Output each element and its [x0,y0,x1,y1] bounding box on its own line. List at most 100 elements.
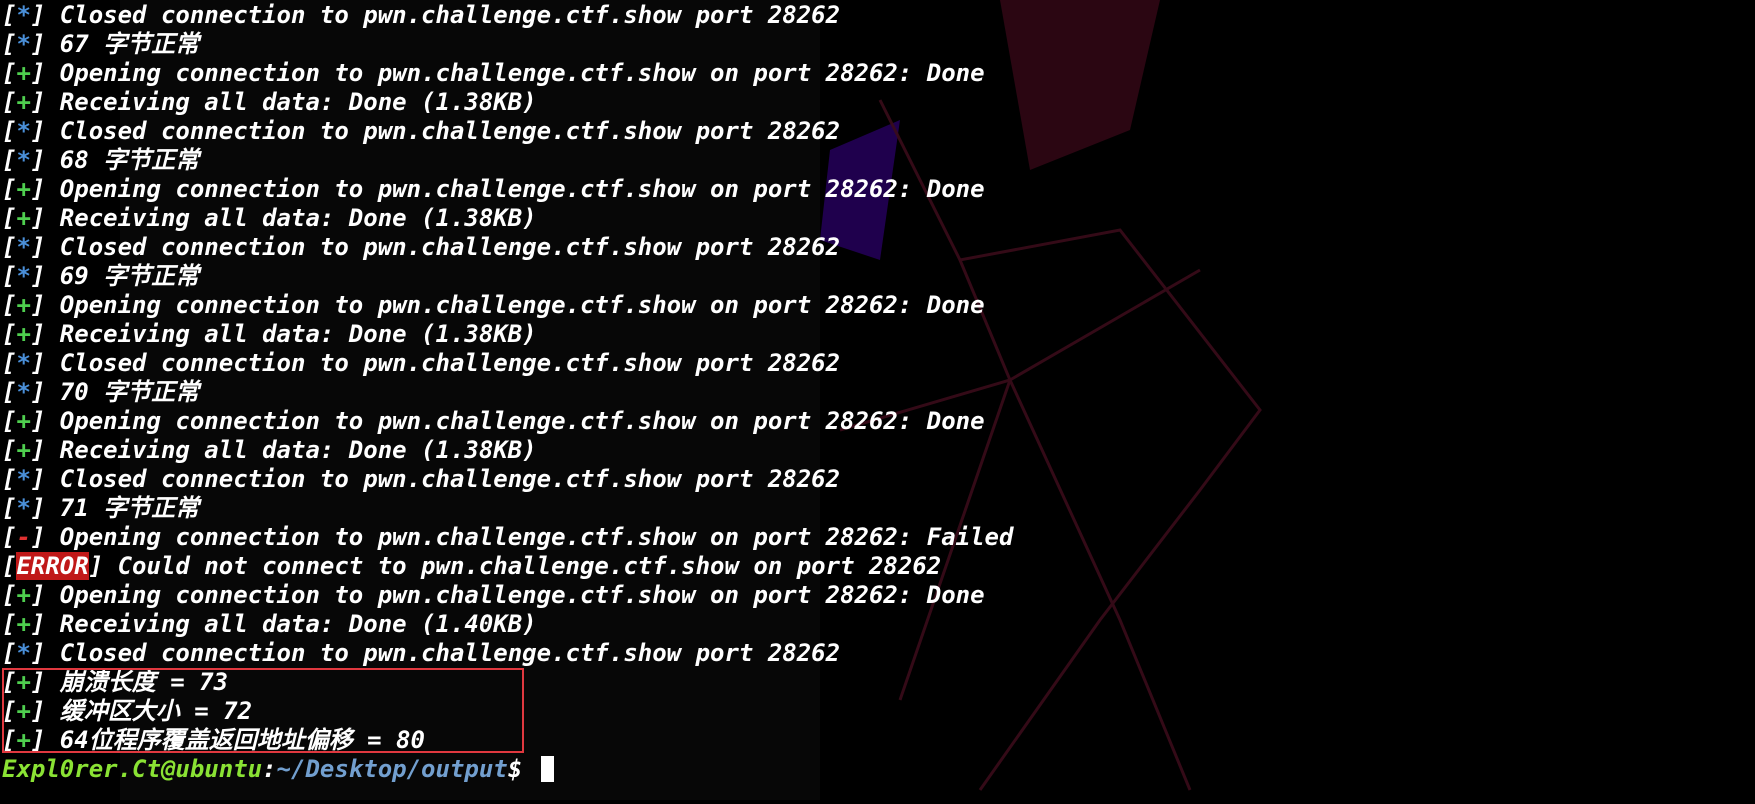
status-marker: [+] [2,581,46,609]
line-text: Receiving all data: Done (1.38KB) [45,320,537,348]
status-marker: [*] [2,378,46,406]
line-text: Closed connection to pwn.challenge.ctf.s… [45,465,841,493]
terminal-line: [*] Closed connection to pwn.challenge.c… [0,349,1755,378]
terminal-line: [-] Opening connection to pwn.challenge.… [0,523,1755,552]
status-symbol: + [16,436,31,464]
terminal-line: [*] Closed connection to pwn.challenge.c… [0,639,1755,668]
prompt-user: Expl0rer.Ct@ubuntu [2,755,263,783]
terminal-line: [*] Closed connection to pwn.challenge.c… [0,1,1755,30]
terminal-line: [*] 71 字节正常 [0,494,1755,523]
status-symbol: * [16,233,31,261]
line-text: Opening connection to pwn.challenge.ctf.… [45,291,985,319]
line-text: Receiving all data: Done (1.38KB) [45,88,537,116]
status-symbol: * [16,465,31,493]
terminal-line: [+] Receiving all data: Done (1.38KB) [0,320,1755,349]
terminal-line: [+] Receiving all data: Done (1.38KB) [0,204,1755,233]
line-text: 71 字节正常 [45,494,200,522]
status-symbol: - [16,523,31,551]
status-marker: [*] [2,30,46,58]
line-text: Opening connection to pwn.challenge.ctf.… [45,581,985,609]
prompt-symbol: $ [507,755,537,783]
terminal-line: [*] Closed connection to pwn.challenge.c… [0,233,1755,262]
prompt-path: ~/Desktop/output [276,755,508,783]
status-symbol: + [16,88,31,116]
status-symbol: * [16,494,31,522]
status-marker: [+] [2,291,46,319]
line-text: Receiving all data: Done (1.38KB) [45,436,537,464]
status-symbol: * [16,639,31,667]
status-symbol: ERROR [16,552,89,580]
status-symbol: + [16,610,31,638]
status-marker: [*] [2,1,46,29]
terminal-output: [*] Closed connection to pwn.challenge.c… [0,1,1755,755]
terminal-line: [+] Receiving all data: Done (1.40KB) [0,610,1755,639]
status-marker: [*] [2,233,46,261]
line-text: Opening connection to pwn.challenge.ctf.… [45,175,985,203]
status-marker: [*] [2,465,46,493]
terminal-line: [*] 67 字节正常 [0,30,1755,59]
status-symbol: + [16,291,31,319]
line-text: Closed connection to pwn.challenge.ctf.s… [45,639,841,667]
text-cursor [540,756,554,782]
status-marker: [+] [2,88,46,116]
status-marker: [-] [2,523,46,551]
status-marker: [*] [2,146,46,174]
line-text: Closed connection to pwn.challenge.ctf.s… [45,349,841,377]
status-marker: [*] [2,494,46,522]
status-marker: [+] [2,407,46,435]
terminal-line: [*] 69 字节正常 [0,262,1755,291]
status-symbol: + [16,175,31,203]
terminal-line: [+] Opening connection to pwn.challenge.… [0,291,1755,320]
terminal-line: [+] Opening connection to pwn.challenge.… [0,59,1755,88]
status-marker: [*] [2,262,46,290]
status-symbol: + [16,581,31,609]
line-text: Opening connection to pwn.challenge.ctf.… [45,523,1014,551]
status-marker: [+] [2,320,46,348]
terminal-line: [+] Opening connection to pwn.challenge.… [0,175,1755,204]
terminal-window[interactable]: [*] Closed connection to pwn.challenge.c… [0,0,1755,784]
status-marker: [ERROR] [2,552,104,580]
line-text: Closed connection to pwn.challenge.ctf.s… [45,233,841,261]
terminal-line: [*] 70 字节正常 [0,378,1755,407]
line-text: 67 字节正常 [45,30,200,58]
line-text: Receiving all data: Done (1.38KB) [45,204,537,232]
status-symbol: + [16,59,31,87]
status-marker: [*] [2,349,46,377]
status-symbol: * [16,378,31,406]
line-text: Closed connection to pwn.challenge.ctf.s… [45,117,841,145]
status-marker: [*] [2,639,46,667]
status-symbol: + [16,204,31,232]
status-marker: [+] [2,436,46,464]
status-symbol: * [16,349,31,377]
status-symbol: * [16,146,31,174]
status-symbol: + [16,320,31,348]
status-symbol: * [16,262,31,290]
status-symbol: * [16,30,31,58]
status-marker: [+] [2,610,46,638]
terminal-line: [*] Closed connection to pwn.challenge.c… [0,465,1755,494]
line-text: 70 字节正常 [45,378,200,406]
status-marker: [*] [2,117,46,145]
terminal-line: [+] Receiving all data: Done (1.38KB) [0,88,1755,117]
line-text: Receiving all data: Done (1.40KB) [45,610,537,638]
terminal-line: [ERROR] Could not connect to pwn.challen… [0,552,1755,581]
terminal-line: [+] Opening connection to pwn.challenge.… [0,581,1755,610]
status-symbol: * [16,117,31,145]
line-text: Could not connect to pwn.challenge.ctf.s… [103,552,942,580]
status-marker: [+] [2,204,46,232]
status-symbol: * [16,1,31,29]
command-prompt[interactable]: Expl0rer.Ct@ubuntu:~/Desktop/output$ [0,755,1755,784]
status-marker: [+] [2,59,46,87]
result-highlight-box [2,668,524,753]
status-symbol: + [16,407,31,435]
status-marker: [+] [2,175,46,203]
line-text: Closed connection to pwn.challenge.ctf.s… [45,1,841,29]
line-text: Opening connection to pwn.challenge.ctf.… [45,407,985,435]
line-text: 68 字节正常 [45,146,200,174]
line-text: 69 字节正常 [45,262,200,290]
prompt-separator: : [262,755,277,783]
terminal-line: [*] Closed connection to pwn.challenge.c… [0,117,1755,146]
terminal-line: [*] 68 字节正常 [0,146,1755,175]
terminal-line: [+] Receiving all data: Done (1.38KB) [0,436,1755,465]
terminal-line: [+] Opening connection to pwn.challenge.… [0,407,1755,436]
